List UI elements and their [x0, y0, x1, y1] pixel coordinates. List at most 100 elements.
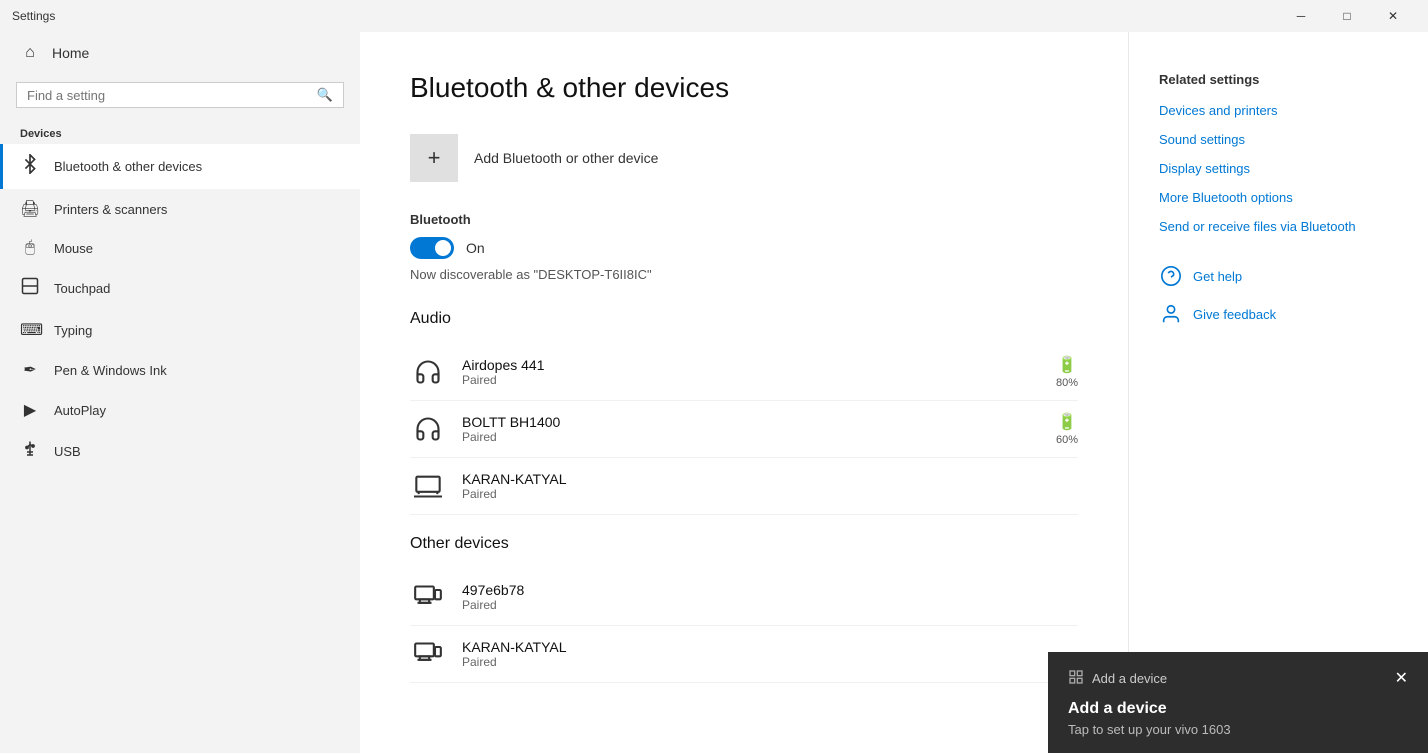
device-battery: 🔋 80%	[1056, 355, 1078, 389]
search-input[interactable]	[27, 88, 309, 103]
titlebar: Settings ─ □ ✕	[0, 0, 1428, 32]
toggle-state-label: On	[466, 240, 485, 256]
related-settings-title: Related settings	[1159, 72, 1398, 87]
feedback-icon	[1159, 302, 1183, 326]
sidebar-usb-label: USB	[54, 444, 81, 459]
device-info: 497e6b78 Paired	[462, 582, 1078, 612]
bluetooth-section-label: Bluetooth	[410, 212, 1078, 227]
notification-popup[interactable]: Add a device ✕ Add a device Tap to set u…	[1048, 652, 1428, 753]
device-name: KARAN-KATYAL	[462, 471, 1078, 487]
other-section-title: Other devices	[410, 535, 1078, 553]
audio-device-item[interactable]: KARAN-KATYAL Paired	[410, 458, 1078, 515]
window-controls: ─ □ ✕	[1278, 0, 1416, 32]
sidebar-touchpad-label: Touchpad	[54, 281, 110, 296]
page-title: Bluetooth & other devices	[410, 72, 1078, 104]
other-device-item[interactable]: 497e6b78 Paired	[410, 569, 1078, 626]
sidebar-item-pen[interactable]: ✒ Pen & Windows Ink	[0, 350, 360, 390]
notification-close-button[interactable]: ✕	[1395, 668, 1408, 688]
notification-header-left: Add a device	[1068, 669, 1167, 688]
give-feedback-label[interactable]: Give feedback	[1193, 307, 1276, 322]
home-label: Home	[52, 45, 89, 61]
close-button[interactable]: ✕	[1370, 0, 1416, 32]
bluetooth-icon	[20, 154, 40, 179]
pen-icon: ✒	[20, 360, 40, 380]
sidebar: ⌂ Home 🔍 Devices Bluetooth & other devic…	[0, 32, 360, 753]
sidebar-section-label: Devices	[0, 120, 360, 144]
search-icon: 🔍	[317, 87, 333, 103]
add-device-label: Add Bluetooth or other device	[474, 150, 658, 166]
notification-header: Add a device ✕	[1068, 668, 1408, 688]
main-content: Bluetooth & other devices + Add Bluetoot…	[360, 32, 1128, 753]
sidebar-item-touchpad[interactable]: Touchpad	[0, 267, 360, 310]
device-name: Airdopes 441	[462, 357, 1040, 373]
notification-header-text: Add a device	[1092, 671, 1167, 686]
notification-grid-icon	[1068, 669, 1084, 688]
give-feedback-item[interactable]: Give feedback	[1159, 302, 1398, 326]
sidebar-typing-label: Typing	[54, 323, 92, 338]
device-status: Paired	[462, 430, 1040, 444]
related-link-devices-printers[interactable]: Devices and printers	[1159, 103, 1398, 118]
maximize-button[interactable]: □	[1324, 0, 1370, 32]
sidebar-item-printers[interactable]: 🖨 Printers & scanners	[0, 189, 360, 229]
add-device-button[interactable]: + Add Bluetooth or other device	[410, 134, 1078, 182]
sidebar-item-usb[interactable]: USB	[0, 430, 360, 473]
device-battery: 🔋 60%	[1056, 412, 1078, 446]
audio-section-title: Audio	[410, 310, 1078, 328]
monitor-icon2	[410, 636, 446, 672]
headphones-icon	[410, 354, 446, 390]
usb-icon	[20, 440, 40, 463]
battery-icon: 🔋	[1057, 355, 1077, 375]
sidebar-item-bluetooth[interactable]: Bluetooth & other devices	[0, 144, 360, 189]
sidebar-item-home[interactable]: ⌂ Home	[0, 32, 360, 74]
device-info: BOLTT BH1400 Paired	[462, 414, 1040, 444]
notification-title: Add a device	[1068, 700, 1408, 718]
other-device-item[interactable]: KARAN-KATYAL Paired	[410, 626, 1078, 683]
get-help-icon	[1159, 264, 1183, 288]
device-name: 497e6b78	[462, 582, 1078, 598]
audio-device-item[interactable]: BOLTT BH1400 Paired 🔋 60%	[410, 401, 1078, 458]
help-section: Get help Give feedback	[1159, 264, 1398, 326]
add-device-icon: +	[410, 134, 458, 182]
sidebar-bluetooth-label: Bluetooth & other devices	[54, 159, 202, 174]
device-info: KARAN-KATYAL Paired	[462, 471, 1078, 501]
audio-device-item[interactable]: Airdopes 441 Paired 🔋 80%	[410, 344, 1078, 401]
sidebar-autoplay-label: AutoPlay	[54, 403, 106, 418]
touchpad-icon	[20, 277, 40, 300]
laptop-icon	[410, 468, 446, 504]
get-help-item[interactable]: Get help	[1159, 264, 1398, 288]
discoverable-text: Now discoverable as "DESKTOP-T6II8IC"	[410, 267, 1078, 282]
related-link-bluetooth-options[interactable]: More Bluetooth options	[1159, 190, 1398, 205]
sidebar-item-typing[interactable]: ⌨ Typing	[0, 310, 360, 350]
autoplay-icon: ▶	[20, 400, 40, 420]
typing-icon: ⌨	[20, 320, 40, 340]
monitor-icon	[410, 579, 446, 615]
battery-percentage: 80%	[1056, 377, 1078, 389]
battery-percentage: 60%	[1056, 434, 1078, 446]
printer-icon: 🖨	[20, 199, 40, 219]
minimize-button[interactable]: ─	[1278, 0, 1324, 32]
notification-subtitle: Tap to set up your vivo 1603	[1068, 722, 1408, 737]
device-name: KARAN-KATYAL	[462, 639, 1078, 655]
battery-icon: 🔋	[1057, 412, 1077, 432]
home-icon: ⌂	[20, 44, 40, 62]
sidebar-mouse-label: Mouse	[54, 241, 93, 256]
sidebar-item-mouse[interactable]: 🖱 Mouse	[0, 229, 360, 267]
device-status: Paired	[462, 373, 1040, 387]
bluetooth-toggle-row: On	[410, 237, 1078, 259]
headphones-icon	[410, 411, 446, 447]
related-link-sound[interactable]: Sound settings	[1159, 132, 1398, 147]
sidebar-item-autoplay[interactable]: ▶ AutoPlay	[0, 390, 360, 430]
device-name: BOLTT BH1400	[462, 414, 1040, 430]
device-status: Paired	[462, 598, 1078, 612]
sidebar-pen-label: Pen & Windows Ink	[54, 363, 167, 378]
search-box[interactable]: 🔍	[16, 82, 344, 108]
app-container: ⌂ Home 🔍 Devices Bluetooth & other devic…	[0, 32, 1428, 753]
related-link-send-receive[interactable]: Send or receive files via Bluetooth	[1159, 219, 1398, 234]
related-link-display[interactable]: Display settings	[1159, 161, 1398, 176]
sidebar-printers-label: Printers & scanners	[54, 202, 167, 217]
get-help-label[interactable]: Get help	[1193, 269, 1242, 284]
right-panel: Related settings Devices and printers So…	[1128, 32, 1428, 753]
bluetooth-toggle[interactable]	[410, 237, 454, 259]
device-info: KARAN-KATYAL Paired	[462, 639, 1078, 669]
app-title: Settings	[12, 9, 55, 23]
